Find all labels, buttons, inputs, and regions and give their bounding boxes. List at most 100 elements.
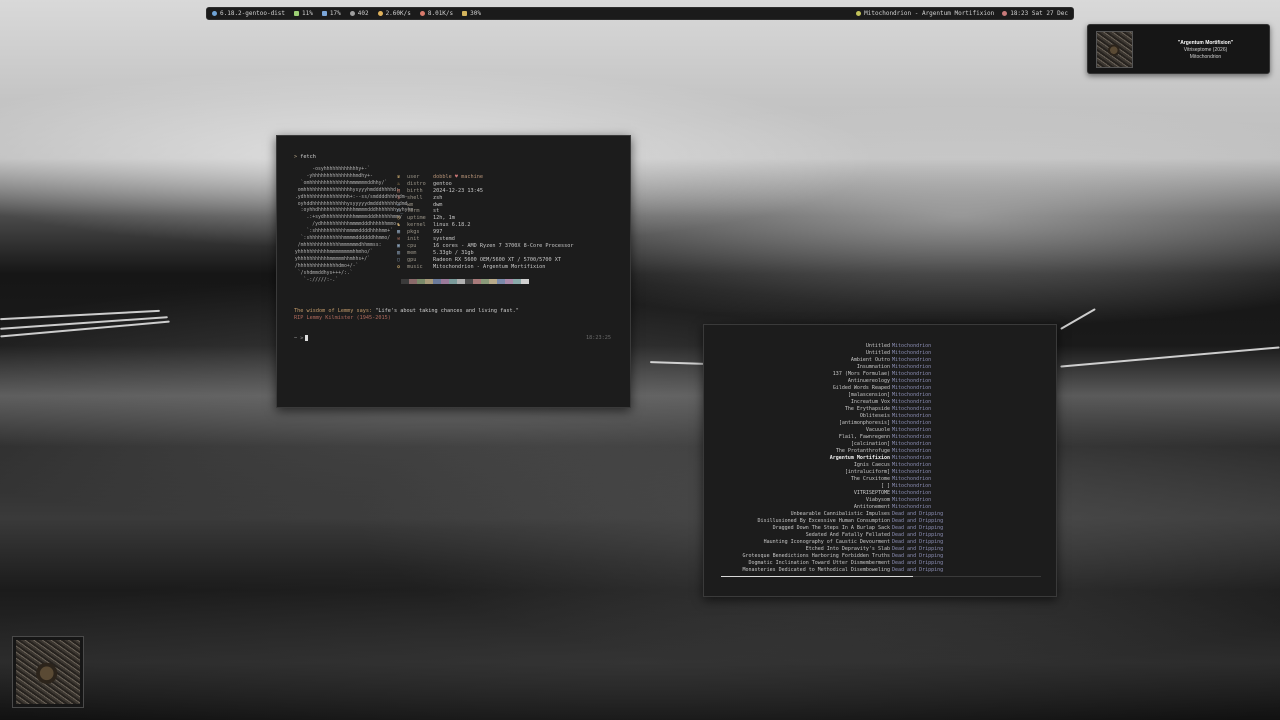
packages-count: 402 — [357, 10, 369, 17]
playlist-row[interactable]: Untitled Mitochondrion — [704, 343, 1056, 350]
info-row-music: ✪ music Mitochondrion - Argentum Mortifixi… — [397, 264, 574, 271]
track-title: Dragged Down The Steps In A Burlap Sack — [772, 525, 890, 531]
track-artist: Mitochondrion — [892, 420, 932, 426]
album-cover — [16, 640, 80, 704]
info-value: st — [433, 208, 440, 215]
wallpaper-streak — [1060, 308, 1096, 330]
info-value: 2024-12-23 13:45 — [433, 187, 483, 194]
wm-icon: ▭ — [397, 201, 401, 208]
playback-progress[interactable] — [721, 576, 1041, 577]
net-up-rate: 8.01K/s — [427, 10, 454, 17]
command-line: > fetch — [294, 154, 316, 161]
playlist-row[interactable]: Ambient Outro Mitochondrion — [704, 357, 1056, 364]
playlist-row[interactable]: [calcination] Mitochondrion — [704, 441, 1056, 448]
palette-swatch — [417, 279, 425, 284]
track-title: Viabysom — [865, 497, 890, 503]
track-title: Increatum Vox — [850, 399, 890, 405]
playlist-row[interactable]: 137 (Mors Formulae) Mitochondrion — [704, 371, 1056, 378]
playlist-row[interactable]: The Protanthrofuge Mitochondrion — [704, 448, 1056, 455]
playlist: Untitled Mitochondrion Untitled Mitochondri… — [704, 343, 1056, 574]
track-title: Untitled — [865, 350, 890, 356]
track-artist: Mitochondrion — [892, 434, 932, 440]
track-title: Unbearable Cannibalistic Impulses — [790, 511, 890, 517]
palette-swatch — [465, 279, 473, 284]
gentoo-icon — [212, 11, 217, 16]
playlist-row[interactable]: [intraluciform] Mitochondrion — [704, 469, 1056, 476]
track-artist: Mitochondrion — [892, 364, 932, 370]
info-value: 16 cores - AMD Ryzen 7 3700X 8-Core Proc… — [433, 242, 574, 249]
playlist-row[interactable]: Increatum Vox Mitochondrion — [704, 399, 1056, 406]
info-key: pkgs — [407, 229, 420, 236]
playlist-row[interactable]: The Erythapside Mitochondrion — [704, 406, 1056, 413]
kernel-version: 6.18.2-gentoo-dist — [220, 10, 286, 17]
track-title: [antimonphoresis] — [838, 420, 890, 426]
track-artist: Mitochondrion — [892, 385, 932, 391]
playlist-row[interactable]: Antitonement Mitochondrion — [704, 504, 1056, 511]
playlist-row[interactable]: [malascension] Mitochondrion — [704, 392, 1056, 399]
net-up-module[interactable]: 8.01K/s — [419, 10, 454, 17]
info-key: init — [407, 236, 420, 243]
playlist-row[interactable]: Unbearable Cannibalistic Impulses Dead an… — [704, 511, 1056, 518]
playlist-row[interactable]: Monasteries Dedicated to Methodical Dise… — [704, 567, 1056, 574]
now-playing-module[interactable]: Mitochondrion - Argentum Mortifixion — [856, 10, 994, 17]
track-artist: Mitochondrion — [892, 343, 932, 349]
playlist-row[interactable]: Gilded Words Reaped Mitochondrion — [704, 385, 1056, 392]
playlist-row[interactable]: Etched Into Depravity's Slab Dead and Dri… — [704, 546, 1056, 553]
playlist-row[interactable]: Disillusioned By Excessive Human Consump… — [704, 518, 1056, 525]
track-title: Flail, Fawnregenn — [838, 434, 890, 440]
volume-module[interactable]: 30% — [462, 10, 481, 17]
net-down-module[interactable]: 2.60K/s — [377, 10, 411, 17]
playlist-row[interactable]: Grotesque Benedictions Harboring Forbidd… — [704, 553, 1056, 560]
terminal-window[interactable]: > fetch -osyhhhhhhhhhhhhy+-` -yhhhhhhhhh… — [276, 135, 631, 408]
info-value: Mitochondrion - Argentum Mortifixion — [433, 263, 546, 270]
uptime-icon: ◷ — [397, 215, 401, 222]
desktop-wallpaper — [0, 0, 1280, 720]
playlist-row[interactable]: VITRISEPTOME Mitochondrion — [704, 490, 1056, 497]
playlist-row-current[interactable]: Argentum Mortifixion Mitochondrion — [704, 455, 1056, 462]
track-artist: Dead and Dripping — [892, 511, 944, 517]
playlist-row[interactable]: Dogmatic Inclination Toward Utter Dismem… — [704, 560, 1056, 567]
prompt-arrow: > — [294, 154, 298, 160]
playlist-row[interactable]: Insumnation Mitochondrion — [704, 364, 1056, 371]
track-artist: Mitochondrion — [892, 371, 932, 377]
quote-prefix: The wisdom of Lemmy says: — [294, 308, 373, 314]
info-key: distro — [407, 180, 426, 187]
playlist-row[interactable]: [ ] Mitochondrion — [704, 483, 1056, 490]
memory-module[interactable]: 17% — [321, 10, 341, 17]
playlist-row[interactable]: Untitled Mitochondrion — [704, 350, 1056, 357]
prompt-time: 18:23:25 — [586, 335, 611, 341]
track-title: Insumnation — [856, 364, 890, 370]
playlist-row[interactable]: Dragged Down The Steps In A Burlap Sack D… — [704, 525, 1056, 532]
packages-module[interactable]: 402 — [349, 10, 369, 17]
playlist-row[interactable]: Ignis Caecus Mitochondrion — [704, 462, 1056, 469]
info-key: music — [407, 263, 423, 270]
memory-icon — [321, 11, 327, 16]
playlist-row[interactable]: [antimonphoresis] Mitochondrion — [704, 420, 1056, 427]
playlist-row[interactable]: Antinuereology Mitochondrion — [704, 378, 1056, 385]
track-title: 137 (Mors Formulae) — [832, 371, 890, 377]
music-player-window[interactable]: Untitled Mitochondrion Untitled Mitochondri… — [703, 324, 1057, 597]
music-icon — [856, 11, 862, 16]
info-key: mem — [407, 249, 417, 256]
playlist-row[interactable]: Viabysom Mitochondrion — [704, 497, 1056, 504]
playlist-row[interactable]: The Cruxitome Mitochondrion — [704, 476, 1056, 483]
shell-prompt[interactable]: ~ > — [294, 335, 309, 343]
playlist-row[interactable]: Haunting Iconography of Caustic Devourme… — [704, 539, 1056, 546]
playlist-row[interactable]: Vacuuole Mitochondrion — [704, 427, 1056, 434]
palette-swatch — [489, 279, 497, 284]
track-title: [intraluciform] — [844, 469, 890, 475]
cpu-usage: 11% — [302, 10, 313, 17]
track-artist: Mitochondrion — [892, 469, 932, 475]
track-title: The Cruxitome — [850, 476, 890, 482]
cpu-module[interactable]: 11% — [294, 10, 313, 17]
playlist-row[interactable]: Sedated And Fatally Fellated Dead and Dri… — [704, 532, 1056, 539]
now-playing-notification[interactable]: "Argentum Mortifixion" Vitriseptome (202… — [1087, 24, 1270, 74]
info-row-wm: ▭ wm dwm — [397, 202, 574, 209]
track-artist: Dead and Dripping — [892, 560, 944, 566]
clock-module[interactable]: 18:23 Sat 27 Dec — [1002, 10, 1068, 17]
kernel-module[interactable]: 6.18.2-gentoo-dist — [212, 10, 285, 17]
playlist-row[interactable]: Obliteseis Mitochondrion — [704, 413, 1056, 420]
info-key: kernel — [407, 222, 426, 229]
playlist-row[interactable]: Flail, Fawnregenn Mitochondrion — [704, 434, 1056, 441]
track-title: Monasteries Dedicated to Methodical Dise… — [742, 567, 890, 573]
